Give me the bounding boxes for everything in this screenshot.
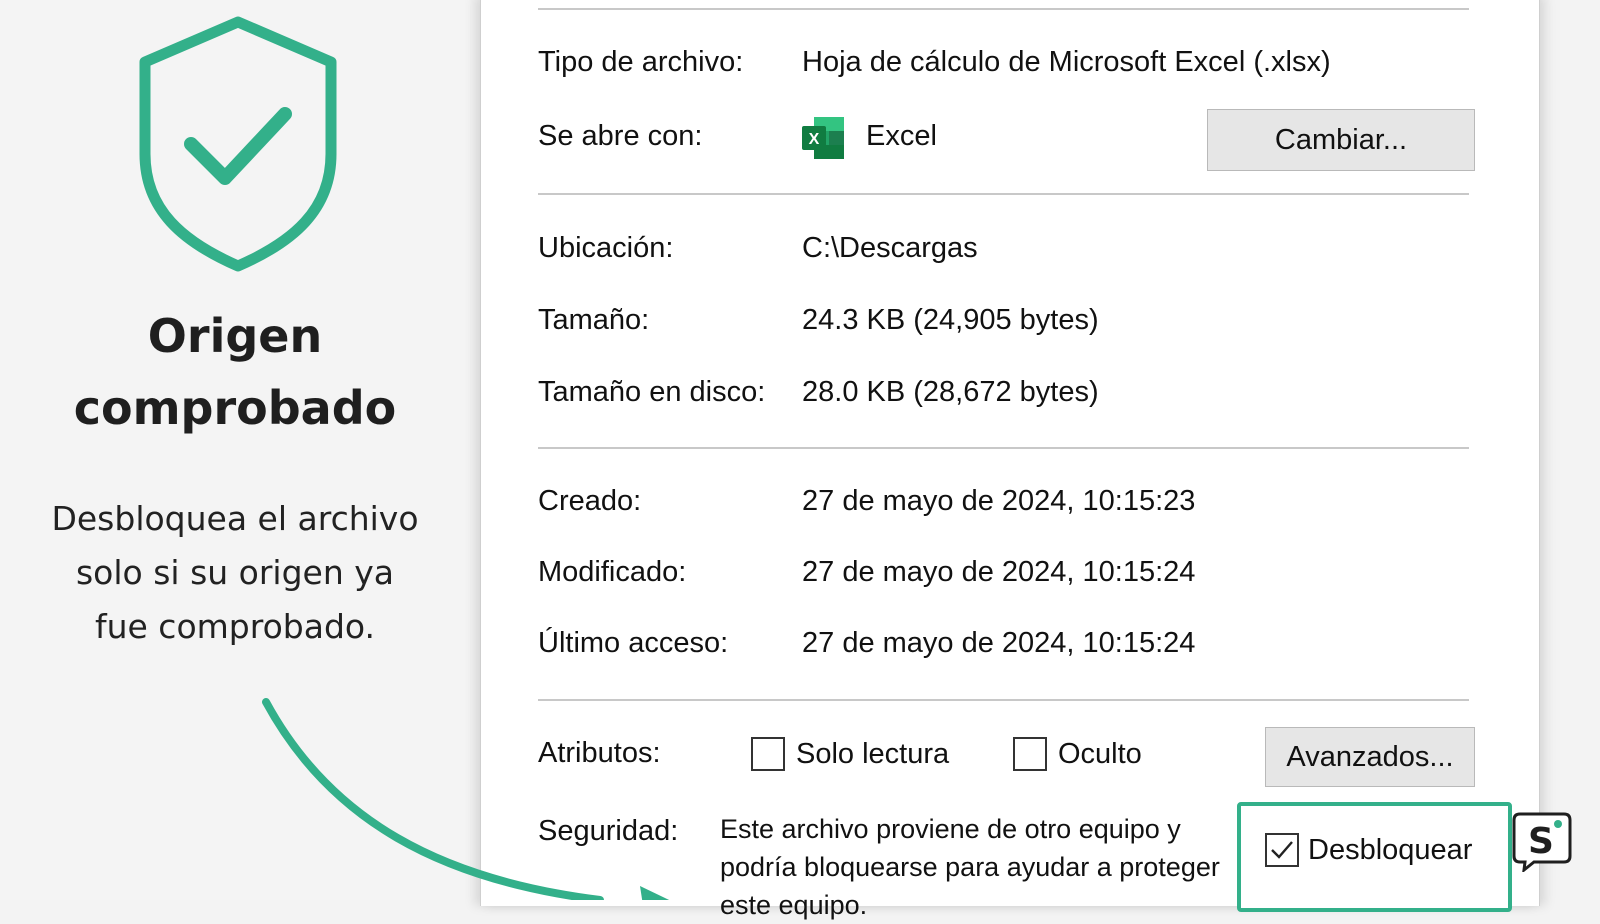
- security-label: Seguridad:: [538, 815, 679, 847]
- readonly-label: Solo lectura: [796, 738, 950, 770]
- security-message: Este archivo proviene de otro equipo y p…: [720, 810, 1240, 924]
- brand-logo-letter: S: [1528, 821, 1554, 862]
- created-label: Creado:: [538, 485, 642, 517]
- opens-with-value: Excel: [866, 120, 937, 152]
- opens-with-label: Se abre con:: [538, 120, 703, 152]
- brand-logo-icon: S: [1512, 812, 1572, 872]
- file-type-label: Tipo de archivo:: [538, 46, 744, 78]
- accessed-value: 27 de mayo de 2024, 10:15:24: [802, 627, 1196, 659]
- promo-description-line2: solo si su origen ya: [75, 553, 394, 592]
- advanced-button[interactable]: Avanzados...: [1265, 727, 1475, 787]
- promo-description-line1: Desbloquea el archivo: [51, 499, 419, 538]
- promo-title-line2: comprobado: [73, 381, 397, 435]
- size-label: Tamaño:: [538, 304, 650, 336]
- location-value: C:\Descargas: [802, 232, 978, 264]
- unblock-label: Desbloquear: [1308, 834, 1473, 866]
- promo-title-line1: Origen: [147, 309, 323, 363]
- hidden-label: Oculto: [1058, 738, 1142, 770]
- security-message-line3: este equipo.: [720, 890, 868, 920]
- checkmark-icon: [1271, 841, 1293, 859]
- excel-icon: X: [802, 117, 844, 159]
- readonly-checkbox[interactable]: [751, 737, 785, 771]
- separator: [538, 447, 1469, 449]
- size-on-disk-label: Tamaño en disco:: [538, 376, 766, 408]
- shield-check-icon: [139, 16, 337, 272]
- attributes-label: Atributos:: [538, 737, 661, 769]
- size-value: 24.3 KB (24,905 bytes): [802, 304, 1099, 336]
- location-label: Ubicación:: [538, 232, 674, 264]
- security-message-line2: podría bloquearse para ayudar a proteger: [720, 852, 1220, 882]
- created-value: 27 de mayo de 2024, 10:15:23: [802, 485, 1196, 517]
- promo-panel: Origen comprobado Desbloquea el archivo …: [0, 0, 470, 900]
- unblock-checkbox[interactable]: [1265, 833, 1299, 867]
- accessed-label: Último acceso:: [538, 627, 729, 659]
- separator: [538, 8, 1469, 10]
- file-type-value: Hoja de cálculo de Microsoft Excel (.xls…: [802, 46, 1331, 78]
- hidden-checkbox[interactable]: [1013, 737, 1047, 771]
- change-button[interactable]: Cambiar...: [1207, 109, 1475, 171]
- promo-title: Origen comprobado: [0, 300, 470, 444]
- separator: [538, 193, 1469, 195]
- modified-label: Modificado:: [538, 556, 687, 588]
- separator: [538, 699, 1469, 701]
- promo-description: Desbloquea el archivo solo si su origen …: [30, 492, 440, 654]
- modified-value: 27 de mayo de 2024, 10:15:24: [802, 556, 1196, 588]
- size-on-disk-value: 28.0 KB (28,672 bytes): [802, 376, 1099, 408]
- security-message-line1: Este archivo proviene de otro equipo y: [720, 814, 1181, 844]
- promo-description-line3: fue comprobado.: [94, 607, 375, 646]
- excel-icon-letter: X: [809, 131, 820, 148]
